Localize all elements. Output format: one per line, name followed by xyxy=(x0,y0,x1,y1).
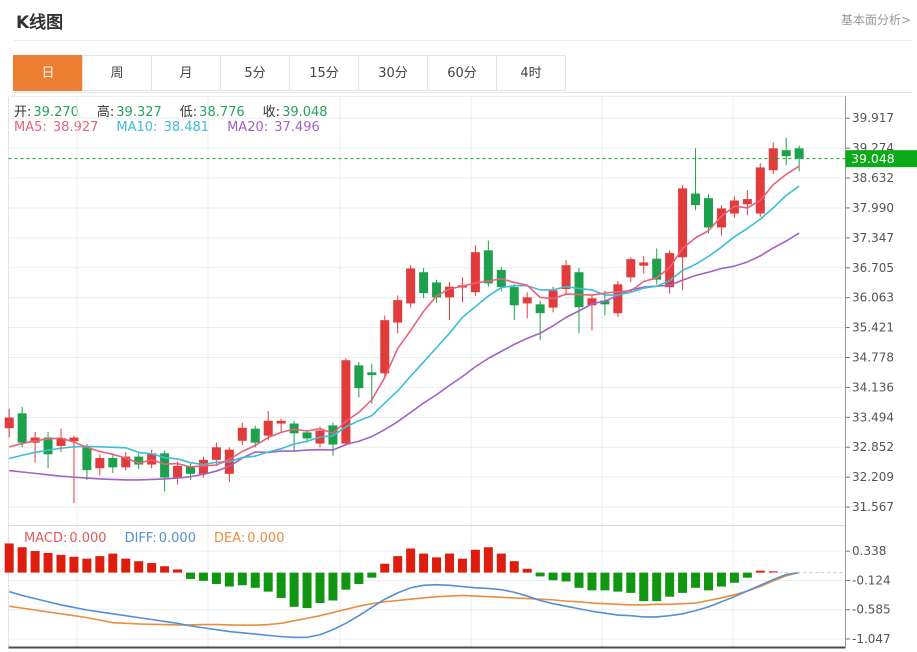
y-axis-label: -0.585 xyxy=(852,603,891,617)
y-axis-label: 32.209 xyxy=(852,470,894,484)
kline-chart-canvas[interactable]: 39.91739.27438.63237.99037.34736.70536.0… xyxy=(0,0,917,652)
y-axis-label: 36.705 xyxy=(852,261,894,275)
y-axis-label: 37.990 xyxy=(852,201,894,215)
y-axis-label: 34.778 xyxy=(852,351,894,365)
y-axis-label: 33.494 xyxy=(852,410,894,424)
y-axis-label: 32.852 xyxy=(852,440,894,454)
y-axis-label: 35.421 xyxy=(852,321,894,335)
y-axis-label: 34.136 xyxy=(852,380,894,394)
y-axis-label: 38.632 xyxy=(852,171,894,185)
current-price-badge-label: 39.048 xyxy=(851,151,895,166)
y-axis-label: -1.047 xyxy=(852,632,891,646)
y-axis-label: 36.063 xyxy=(852,291,894,305)
y-axis-label: 31.567 xyxy=(852,500,894,514)
y-axis-label: -0.124 xyxy=(852,573,891,587)
y-axis-label: 39.917 xyxy=(852,111,894,125)
y-axis-label: 37.347 xyxy=(852,231,894,245)
y-axis-label: 0.338 xyxy=(852,544,886,558)
